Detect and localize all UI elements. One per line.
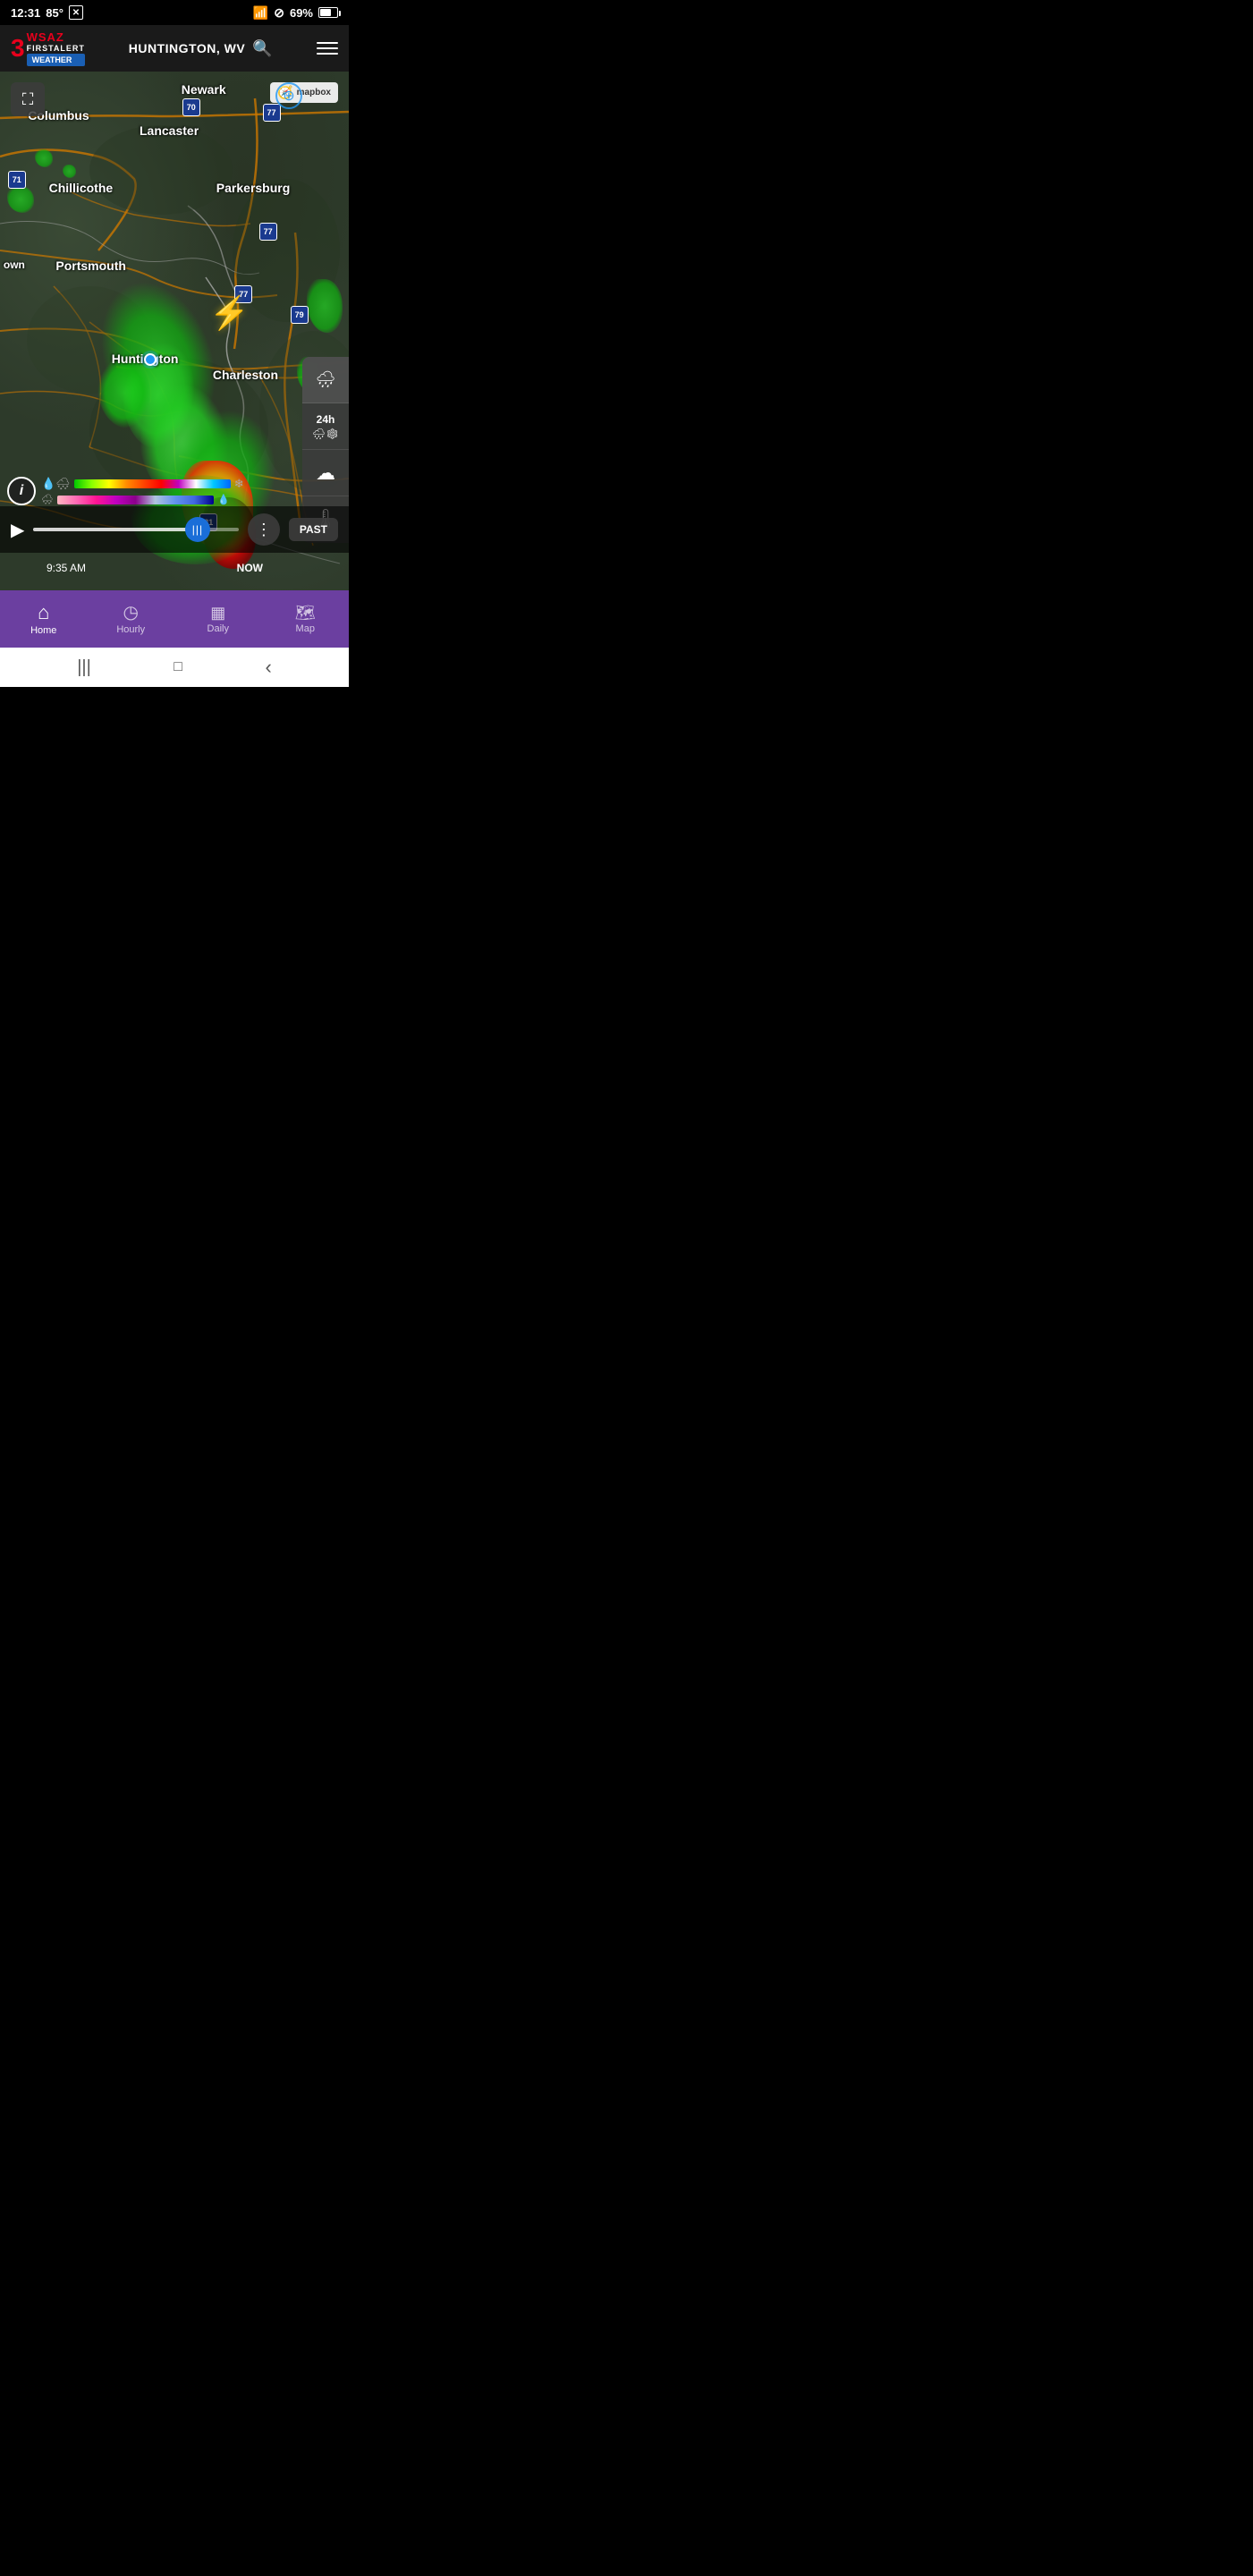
shield-i77-mid: 77 <box>258 222 278 242</box>
battery-pct: 69% <box>290 6 313 20</box>
nav-daily[interactable]: ▦ Daily <box>174 597 262 641</box>
panel-precip-button[interactable]: 🌧 <box>302 357 349 403</box>
snowflake-icon-right: ❄ <box>234 477 244 491</box>
rain-snow-icon: 🌧❄ <box>312 428 339 440</box>
location-target-button[interactable]: ⊕ <box>275 82 302 109</box>
menu-line-3 <box>317 53 338 55</box>
home-sys-button[interactable]: □ <box>174 659 182 675</box>
status-left: 12:31 85° ✕ <box>11 5 83 20</box>
home-icon: ⌂ <box>38 603 49 623</box>
nav-home[interactable]: ⌂ Home <box>0 596 88 643</box>
nav-map-label: Map <box>296 623 315 634</box>
raindrop-icon: 💧🌨 <box>41 477 71 491</box>
status-bar: 12:31 85° ✕ 📶 ⊘ 69% <box>0 0 349 25</box>
lightning-bolt: ⚡ <box>209 294 250 332</box>
close-icon[interactable]: ✕ <box>69 5 83 20</box>
nav-map[interactable]: 🗺 Map <box>262 597 350 641</box>
logo: 3 WSAZ FIRSTALERT WEATHER <box>11 31 85 66</box>
now-label: NOW <box>237 562 263 574</box>
nav-hourly[interactable]: ◷ Hourly <box>88 597 175 642</box>
city-charleston: Charleston <box>213 368 278 382</box>
first-alert-text: FIRSTALERT <box>27 45 85 53</box>
legend-row-1: 💧🌨 ❄ <box>41 477 244 491</box>
playback-bar: ▶ ||| ⋮ PAST <box>0 506 349 553</box>
snowflake-icon-2: 🌨 <box>41 494 54 505</box>
city-own: own <box>4 258 25 271</box>
menu-line-1 <box>317 42 338 44</box>
menu-line-2 <box>317 47 338 49</box>
expand-icon: ⛶ <box>22 90 34 109</box>
raindrop-icon-2: 💧 <box>217 494 230 505</box>
raindrop-snowflake-icon: 🌧 <box>316 370 336 389</box>
recents-button[interactable]: ||| <box>77 657 91 678</box>
location-text: HUNTINGTON, WV <box>129 41 245 55</box>
shield-i70: 70 <box>182 97 201 117</box>
city-lancaster: Lancaster <box>140 123 199 138</box>
timeline-fill <box>33 528 198 531</box>
snow-gradient <box>57 496 214 504</box>
app-header: 3 WSAZ FIRSTALERT WEATHER HUNTINGTON, WV… <box>0 25 349 72</box>
pause-lines-icon: ||| <box>192 523 203 536</box>
panel-24h-button[interactable]: 24h 🌧❄ <box>302 403 349 450</box>
timeline-thumb[interactable]: ||| <box>185 517 210 542</box>
timeline-track[interactable]: ||| <box>33 528 238 531</box>
temp-display: 85° <box>46 6 63 20</box>
location-dot <box>144 353 157 366</box>
play-button[interactable]: ▶ <box>11 519 24 541</box>
map-icon: 🗺 <box>295 605 316 621</box>
precip-gradient <box>74 479 231 488</box>
status-right: 📶 ⊘ 69% <box>253 5 338 21</box>
no-disturb-icon: ⊘ <box>274 5 284 21</box>
shield-i77-ne: 77 <box>262 103 282 123</box>
city-portsmouth: Portsmouth <box>55 258 126 273</box>
cloud-icon: ☁ <box>316 462 335 485</box>
legend-bar: i 💧🌨 ❄ 🌨 💧 <box>7 477 244 505</box>
logo-number: 3 <box>11 36 25 61</box>
shield-i71: 71 <box>7 170 27 190</box>
nav-home-label: Home <box>30 625 56 636</box>
city-newark: Newark <box>182 82 226 97</box>
panel-24h-label: 24h <box>317 413 335 426</box>
nav-hourly-label: Hourly <box>116 624 145 635</box>
battery-icon <box>318 7 338 18</box>
info-icon: i <box>20 483 23 499</box>
weather-badge: WEATHER <box>27 54 85 66</box>
header-location: HUNTINGTON, WV 🔍 <box>129 39 273 58</box>
system-nav: ||| □ ‹ <box>0 648 349 687</box>
past-button[interactable]: PAST <box>289 518 338 541</box>
expand-button[interactable]: ⛶ <box>11 82 45 116</box>
time-display: 12:31 <box>11 6 40 20</box>
wsaz-text: WSAZ <box>27 31 85 43</box>
menu-button[interactable] <box>317 42 338 55</box>
panel-cloud-button[interactable]: ☁ <box>302 450 349 496</box>
nav-daily-label: Daily <box>207 623 229 634</box>
hourly-icon: ◷ <box>123 604 139 622</box>
daily-icon: ▦ <box>210 605 225 621</box>
wifi-icon: 📶 <box>253 5 268 21</box>
options-button[interactable]: ⋮ <box>248 513 280 546</box>
search-icon[interactable]: 🔍 <box>252 39 273 58</box>
legend-row-2: 🌨 💧 <box>41 494 244 505</box>
start-time-label: 9:35 AM <box>47 562 86 574</box>
back-button[interactable]: ‹ <box>265 656 271 679</box>
location-target-icon: ⊕ <box>283 87 294 105</box>
options-dots-icon: ⋮ <box>256 521 272 539</box>
shield-i79: 79 <box>290 305 309 325</box>
info-button[interactable]: i <box>7 477 36 505</box>
map-container[interactable]: Columbus Newark Lancaster Chillicothe Pa… <box>0 72 349 590</box>
city-parkersburg: Parkersburg <box>216 181 290 195</box>
bottom-nav: ⌂ Home ◷ Hourly ▦ Daily 🗺 Map <box>0 590 349 648</box>
city-chillicothe: Chillicothe <box>49 181 114 195</box>
